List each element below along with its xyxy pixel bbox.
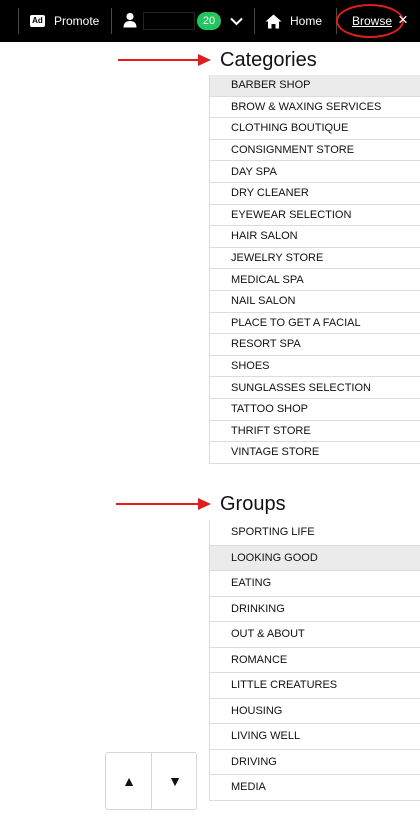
categories-title: Categories <box>220 49 317 71</box>
list-item[interactable]: SPORTING LIFE <box>210 520 420 546</box>
list-item[interactable]: BROW & WAXING SERVICES <box>210 97 420 119</box>
list-item[interactable]: BARBER SHOP <box>210 75 420 97</box>
list-item[interactable]: CLOTHING BOUTIQUE <box>210 118 420 140</box>
list-item[interactable]: HOUSING <box>210 699 420 724</box>
promote-label: Promote <box>54 14 100 28</box>
annotation-arrow <box>116 498 211 510</box>
list-item[interactable]: SUNGLASSES SELECTION <box>210 377 420 399</box>
nav-divider <box>111 8 112 34</box>
home-button[interactable]: Home <box>265 0 322 42</box>
list-item[interactable]: OUT & ABOUT <box>210 622 420 648</box>
groups-title: Groups <box>220 493 286 515</box>
list-item[interactable]: JEWELRY STORE <box>210 248 420 270</box>
list-item[interactable]: DRINKING <box>210 597 420 622</box>
categories-list: BARBER SHOP BROW & WAXING SERVICES CLOTHIN… <box>209 75 420 464</box>
list-item[interactable]: CONSIGNMENT STORE <box>210 140 420 162</box>
redacted-username <box>143 12 195 30</box>
ad-icon: Ad <box>30 15 45 27</box>
list-item[interactable]: DRIVING <box>210 750 420 775</box>
list-item[interactable]: DRY CLEANER <box>210 183 420 205</box>
notification-badge: 20 <box>197 12 221 30</box>
list-item[interactable]: LITTLE CREATURES <box>210 673 420 699</box>
groups-list: SPORTING LIFE LOOKING GOOD EATING DRINKING O… <box>209 520 420 801</box>
nav-divider <box>254 8 255 34</box>
list-item[interactable]: HAIR SALON <box>210 226 420 248</box>
list-item[interactable]: SHOES <box>210 356 420 378</box>
user-menu-button[interactable]: 20 <box>123 0 243 42</box>
list-item[interactable]: PLACE TO GET A FACIAL <box>210 313 420 335</box>
list-item[interactable]: TATTOO SHOP <box>210 399 420 421</box>
list-item[interactable]: RESORT SPA <box>210 334 420 356</box>
scroll-controls: ▲ ▼ <box>105 752 197 810</box>
chevron-down-icon[interactable] <box>230 17 243 26</box>
list-item[interactable]: LIVING WELL <box>210 724 420 750</box>
list-item[interactable]: ROMANCE <box>210 648 420 673</box>
list-item[interactable]: DAY SPA <box>210 161 420 183</box>
list-item[interactable]: LOOKING GOOD <box>210 545 420 571</box>
list-item[interactable]: THRIFT STORE <box>210 421 420 443</box>
list-item[interactable]: VINTAGE STORE <box>210 442 420 464</box>
user-icon <box>123 12 137 31</box>
list-item[interactable]: MEDIA <box>210 775 420 801</box>
promote-button[interactable]: Ad Promote <box>30 0 99 42</box>
list-item[interactable]: NAIL SALON <box>210 291 420 313</box>
list-item[interactable]: EATING <box>210 571 420 597</box>
list-item[interactable]: MEDICAL SPA <box>210 269 420 291</box>
annotation-arrow <box>118 54 211 66</box>
home-icon <box>265 14 282 29</box>
list-item[interactable]: EYEWEAR SELECTION <box>210 205 420 227</box>
scroll-up-button[interactable]: ▲ <box>106 753 152 809</box>
home-label: Home <box>290 14 323 28</box>
close-icon[interactable]: × <box>398 10 408 30</box>
nav-divider <box>18 8 19 34</box>
annotation-circle <box>336 4 404 38</box>
scroll-down-button[interactable]: ▼ <box>152 753 198 809</box>
top-nav-bar: Ad Promote 20 Home Browse × <box>0 0 420 42</box>
